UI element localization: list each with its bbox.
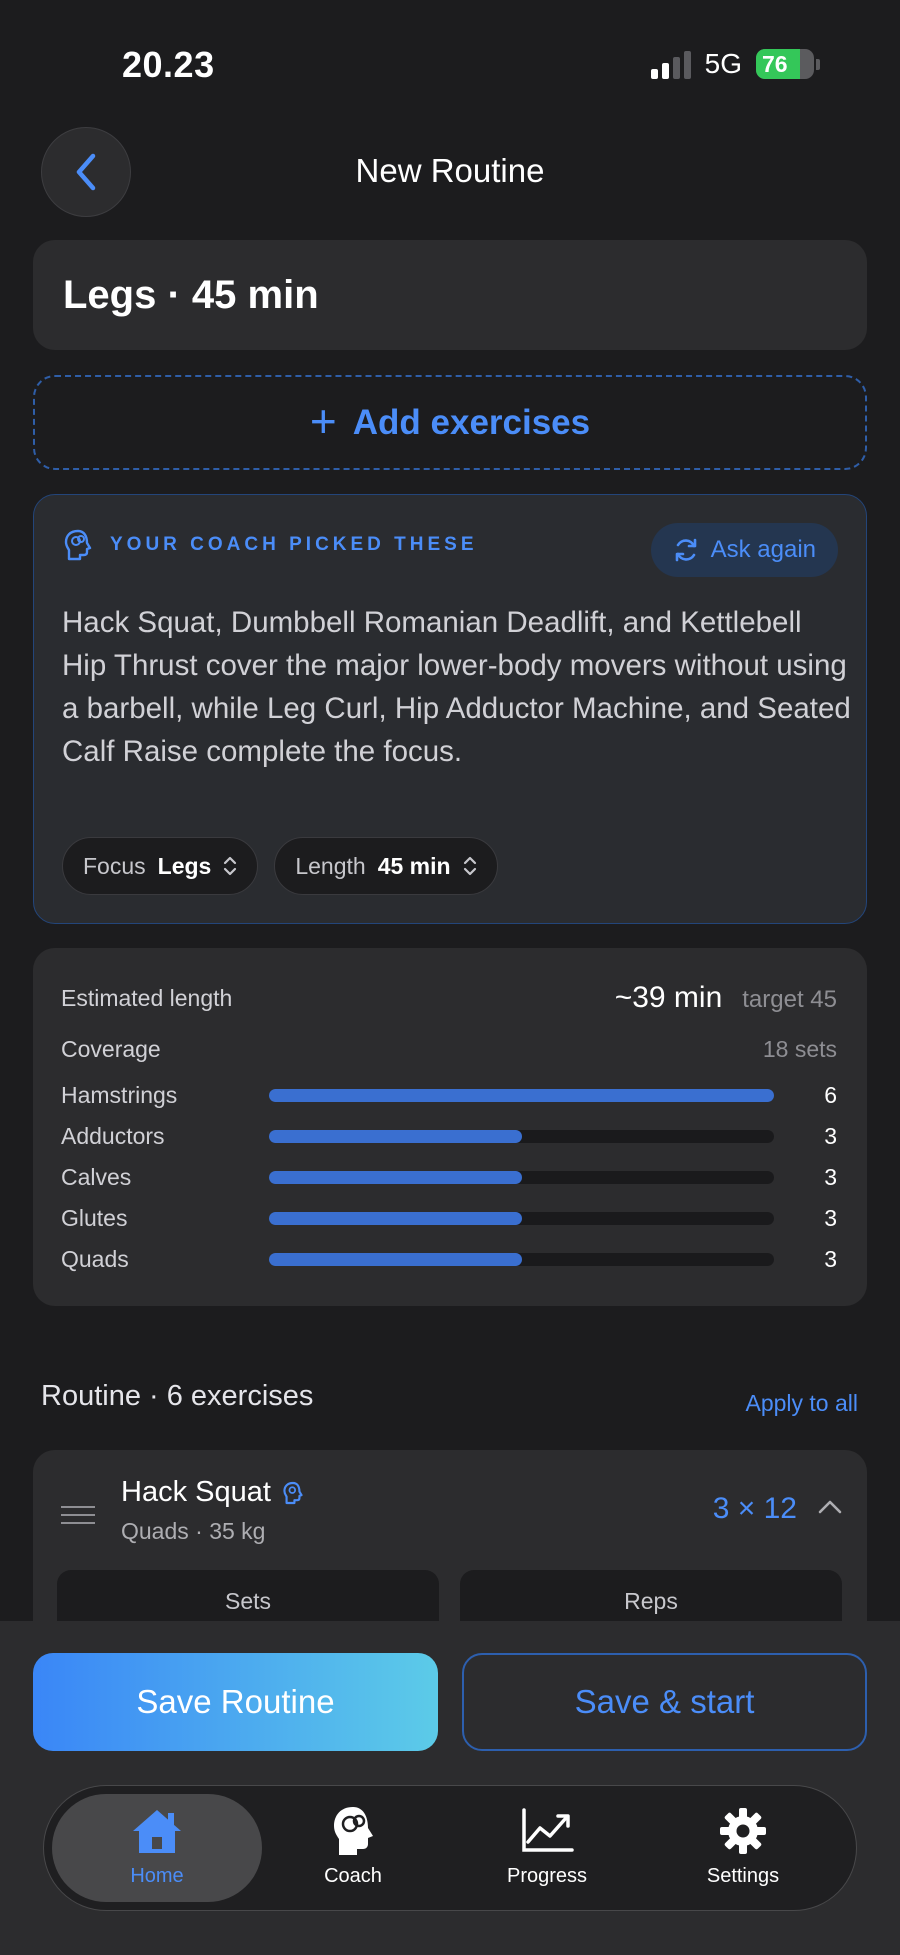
signal-icon xyxy=(650,49,691,79)
exercise-name: Hack Squat xyxy=(121,1476,271,1508)
muscle-name: Glutes xyxy=(61,1204,128,1231)
estimate-card: Estimated length ~39 min target 45 Cover… xyxy=(33,948,867,1306)
tab-home-label: Home xyxy=(130,1865,184,1887)
focus-label: Focus xyxy=(83,852,146,879)
coach-heading: YOUR COACH PICKED THESE xyxy=(110,534,478,555)
home-icon xyxy=(133,1810,181,1853)
tab-coach-label: Coach xyxy=(324,1865,382,1887)
ask-again-button[interactable]: Ask again xyxy=(650,523,838,577)
network-label: 5G xyxy=(704,48,742,79)
save-and-start-label: Save & start xyxy=(574,1683,755,1720)
muscle-bar-track xyxy=(269,1170,774,1184)
save-and-start-button[interactable]: Save & start xyxy=(462,1653,867,1751)
estimated-length-label: Estimated length xyxy=(61,984,233,1011)
muscle-sets: 3 xyxy=(824,1245,837,1272)
chevron-updown-icon xyxy=(224,856,237,876)
status-bar: 20.23 5G 76 xyxy=(0,0,900,120)
tab-progress-label: Progress xyxy=(506,1865,588,1887)
status-indicators: 5G 76 xyxy=(650,48,820,80)
muscle-row: Adductors 3 xyxy=(61,1119,837,1153)
ask-again-label: Ask again xyxy=(710,536,816,563)
brain-head-icon xyxy=(64,529,92,561)
page-title: New Routine xyxy=(355,152,545,189)
coach-explanation: Hack Squat, Dumbbell Romanian Deadlift, … xyxy=(62,606,851,768)
muscle-row: Quads 3 xyxy=(61,1242,837,1276)
length-selector[interactable]: Length 45 min xyxy=(274,837,498,895)
length-value: 45 min xyxy=(377,852,451,879)
tab-bar: Home Coach Progress Settings xyxy=(43,1785,857,1911)
muscle-row: Glutes 3 xyxy=(61,1201,837,1235)
add-exercises-label: Add exercises xyxy=(352,402,591,442)
gear-icon xyxy=(720,1808,766,1854)
tab-progress[interactable]: Progress xyxy=(442,1794,652,1902)
muscle-bar-track xyxy=(269,1252,774,1266)
exercise-subtitle: Quads · 35 kg xyxy=(121,1518,266,1544)
muscle-bar xyxy=(269,1252,522,1266)
tab-home[interactable]: Home xyxy=(52,1794,262,1902)
muscle-sets: 3 xyxy=(824,1204,837,1231)
estimated-length-value: ~39 min xyxy=(614,981,723,1014)
save-routine-button[interactable]: Save Routine xyxy=(33,1653,438,1751)
save-routine-label: Save Routine xyxy=(136,1683,335,1720)
muscle-sets: 3 xyxy=(824,1163,837,1190)
status-time: 20.23 xyxy=(122,44,215,85)
coverage-label: Coverage xyxy=(61,1036,161,1062)
target-length: target 45 xyxy=(742,986,837,1013)
tab-settings[interactable]: Settings xyxy=(638,1794,848,1902)
routine-heading: Routine · 6 exercises xyxy=(41,1380,314,1412)
refresh-icon xyxy=(675,538,696,562)
muscle-sets: 3 xyxy=(824,1122,837,1149)
muscle-bar-track xyxy=(269,1211,774,1225)
coach-header: YOUR COACH PICKED THESE xyxy=(64,529,478,561)
bottom-panel: Save Routine Save & start Home Coach Pro… xyxy=(0,1621,900,1955)
apply-to-all-link[interactable]: Apply to all xyxy=(745,1390,858,1417)
routine-name: Legs · 45 min xyxy=(63,272,319,317)
muscle-name: Quads xyxy=(61,1245,129,1272)
add-exercises-button[interactable]: + Add exercises xyxy=(33,375,867,470)
tab-settings-label: Settings xyxy=(706,1865,780,1887)
muscle-name: Calves xyxy=(61,1163,132,1190)
chevron-updown-icon xyxy=(463,856,476,876)
brain-head-icon xyxy=(283,1481,303,1504)
coverage-row: Coverage 18 sets xyxy=(61,1036,837,1063)
brain-head-icon xyxy=(334,1807,373,1855)
tab-coach[interactable]: Coach xyxy=(248,1794,458,1902)
muscle-row: Hamstrings 6 xyxy=(61,1078,837,1112)
muscle-name: Hamstrings xyxy=(61,1081,178,1108)
muscle-bar xyxy=(269,1211,522,1225)
length-label: Length xyxy=(295,852,366,879)
muscle-name: Adductors xyxy=(61,1122,165,1149)
coach-options: Focus Legs Length 45 min xyxy=(62,837,498,895)
coach-card: YOUR COACH PICKED THESE Ask again Hack S… xyxy=(33,494,867,924)
focus-selector[interactable]: Focus Legs xyxy=(62,837,259,895)
chevron-up-icon[interactable] xyxy=(817,1498,843,1516)
coverage-total: 18 sets xyxy=(762,1036,837,1062)
battery-level: 76 xyxy=(762,51,788,77)
muscle-bar xyxy=(269,1129,522,1143)
exercise-sets-reps[interactable]: 3 × 12 xyxy=(713,1492,797,1526)
estimated-length-row: Estimated length ~39 min target 45 xyxy=(61,978,837,1018)
muscle-bar xyxy=(269,1088,774,1102)
routine-name-field[interactable]: Legs · 45 min xyxy=(33,240,867,350)
muscle-sets: 6 xyxy=(824,1081,837,1108)
chart-icon xyxy=(522,1808,574,1852)
plus-icon: + xyxy=(309,394,337,447)
drag-handle-icon[interactable] xyxy=(61,1506,95,1524)
muscle-bar xyxy=(269,1170,522,1184)
exercise-title: Hack Squat xyxy=(121,1476,303,1509)
battery-icon: 76 xyxy=(756,49,814,79)
muscle-bar-track xyxy=(269,1129,774,1143)
muscle-bar-track xyxy=(269,1088,774,1102)
focus-value: Legs xyxy=(157,852,212,879)
muscle-row: Calves 3 xyxy=(61,1160,837,1194)
